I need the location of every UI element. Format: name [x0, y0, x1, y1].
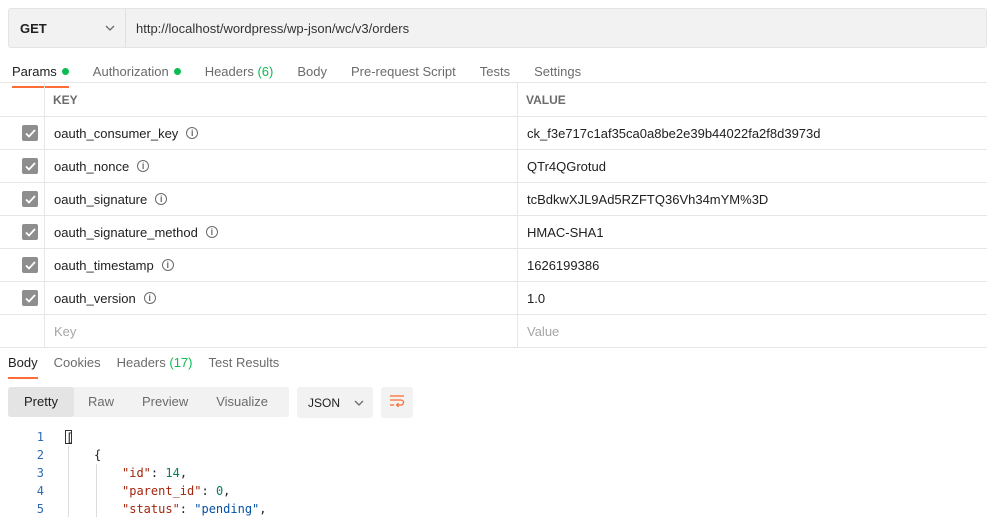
table-header: KEY VALUE	[0, 83, 987, 117]
info-icon[interactable]: i	[155, 193, 168, 205]
response-tabs: Body Cookies Headers (17) Test Results	[8, 351, 295, 379]
new-key-input[interactable]: Key	[45, 315, 518, 347]
params-table: KEY VALUE oauth_consumer_key i ck_f3e717c…	[0, 82, 987, 348]
tab-test-results[interactable]: Test Results	[209, 351, 280, 379]
format-select[interactable]: JSON	[297, 387, 373, 418]
code-line: 2 {	[0, 446, 987, 464]
checkbox-checked-icon[interactable]	[22, 191, 38, 207]
param-value[interactable]: QTr4QGrotud	[518, 150, 987, 182]
header-value: VALUE	[526, 92, 566, 107]
url-input[interactable]: http://localhost/wordpress/wp-json/wc/v3…	[126, 21, 409, 36]
table-row: oauth_signature i tcBdkwXJL9Ad5RZFTQ36Vh3…	[0, 183, 987, 216]
tab-cookies[interactable]: Cookies	[54, 351, 101, 379]
header-key: KEY	[45, 83, 518, 116]
view-visualize[interactable]: Visualize	[202, 387, 282, 417]
code-text: {	[94, 448, 102, 462]
chevron-down-icon	[105, 23, 115, 33]
response-body-code[interactable]: 1 [ 2 { 3 "id": 14, 4 "parent_id": 0, 5 …	[0, 428, 987, 517]
checkbox-checked-icon[interactable]	[22, 224, 38, 240]
checkbox-checked-icon[interactable]	[22, 158, 38, 174]
table-row: oauth_signature_method i HMAC-SHA1	[0, 216, 987, 249]
request-url-bar: GET http://localhost/wordpress/wp-json/w…	[8, 8, 987, 48]
code-text: [	[65, 430, 74, 446]
checkbox-checked-icon[interactable]	[22, 290, 38, 306]
code-line: 3 "id": 14,	[0, 464, 987, 482]
line-number: 3	[36, 466, 44, 480]
line-number: 4	[36, 484, 44, 498]
view-raw[interactable]: Raw	[74, 387, 128, 417]
table-row: oauth_nonce i QTr4QGrotud	[0, 150, 987, 183]
tab-response-headers[interactable]: Headers (17)	[117, 351, 193, 379]
wrap-lines-button[interactable]	[381, 387, 413, 418]
table-row: oauth_version i 1.0	[0, 282, 987, 315]
param-value[interactable]: 1.0	[518, 282, 987, 314]
tab-response-body[interactable]: Body	[8, 351, 38, 379]
wrap-lines-icon	[389, 394, 405, 411]
code-line: 4 "parent_id": 0,	[0, 482, 987, 500]
checkbox-checked-icon[interactable]	[22, 257, 38, 273]
param-key: oauth_nonce	[54, 158, 130, 174]
info-icon[interactable]: i	[161, 259, 174, 271]
status-dot	[61, 68, 69, 75]
checkbox-checked-icon[interactable]	[22, 125, 38, 141]
line-number: 2	[36, 448, 44, 462]
code-line: 1 [	[0, 428, 987, 446]
param-key: oauth_version	[54, 290, 136, 306]
param-value[interactable]: HMAC-SHA1	[518, 216, 987, 248]
line-number: 1	[36, 430, 44, 444]
param-key: oauth_signature_method	[54, 224, 198, 240]
view-pretty[interactable]: Pretty	[8, 387, 74, 417]
info-icon[interactable]: i	[143, 292, 156, 304]
table-row: oauth_timestamp i 1626199386	[0, 249, 987, 282]
method-select[interactable]: GET	[9, 9, 126, 47]
view-mode-switch: Pretty Raw Preview Visualize	[8, 387, 289, 417]
view-preview[interactable]: Preview	[128, 387, 202, 417]
param-value[interactable]: 1626199386	[518, 249, 987, 281]
param-key: oauth_consumer_key	[54, 125, 179, 141]
new-value-input[interactable]: Value	[518, 315, 987, 347]
param-value[interactable]: tcBdkwXJL9Ad5RZFTQ36Vh34mYM%3D	[518, 183, 987, 215]
param-key: oauth_timestamp	[54, 257, 154, 273]
param-key: oauth_signature	[54, 191, 148, 207]
param-value[interactable]: ck_f3e717c1af35ca0a8be2e39b44022fa2f8d39…	[518, 117, 987, 149]
code-line: 5 "status": "pending",	[0, 500, 987, 517]
status-dot	[173, 68, 181, 75]
method-label: GET	[20, 20, 47, 36]
info-icon[interactable]: i	[186, 127, 199, 139]
chevron-down-icon	[354, 398, 364, 408]
line-number: 5	[36, 502, 44, 516]
table-row: oauth_consumer_key i ck_f3e717c1af35ca0a8…	[0, 117, 987, 150]
info-icon[interactable]: i	[205, 226, 218, 238]
format-label: JSON	[308, 395, 341, 410]
table-row-new: Key Value	[0, 315, 987, 348]
info-icon[interactable]: i	[137, 160, 150, 172]
